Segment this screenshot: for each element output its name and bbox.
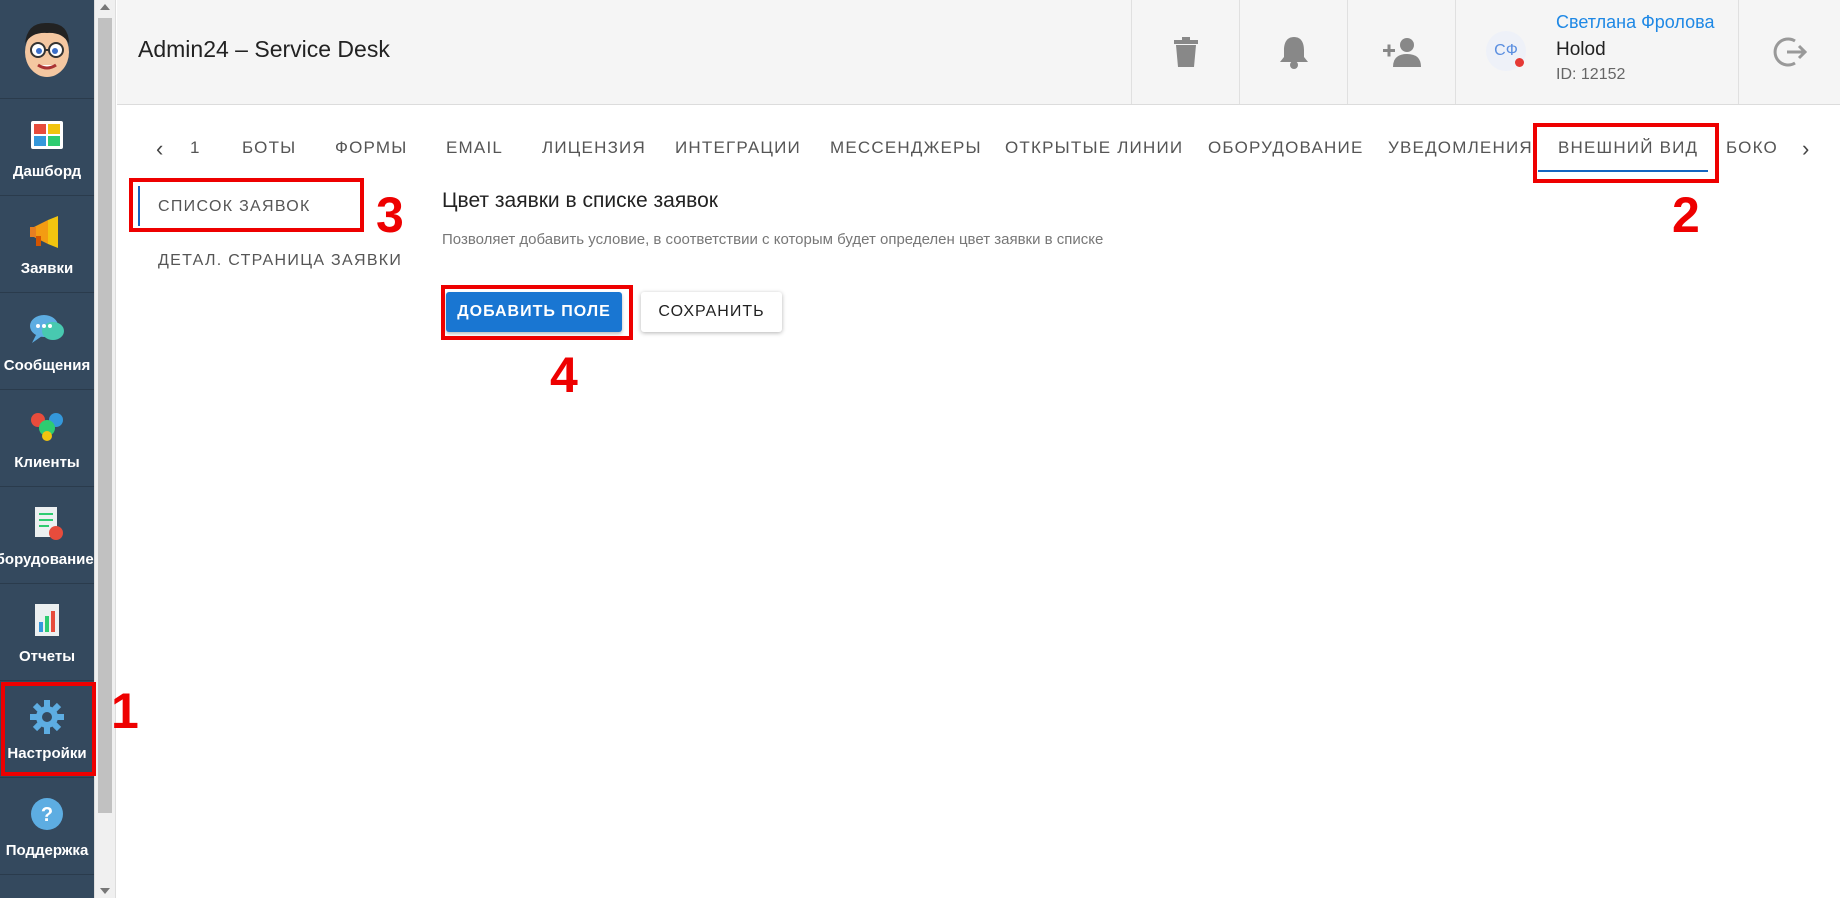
- clients-icon: [27, 406, 67, 446]
- user-id: ID: 12152: [1556, 66, 1626, 83]
- tab-email[interactable]: EMAIL: [446, 138, 503, 158]
- annotation-number-1: 1: [111, 683, 139, 739]
- nav-item-support[interactable]: ? Поддержка: [0, 778, 94, 875]
- nav-item-settings[interactable]: Настройки: [0, 681, 94, 778]
- scroll-up-icon[interactable]: [100, 4, 110, 10]
- nav-item-equipment[interactable]: Оборудование: [0, 487, 94, 584]
- logout-button[interactable]: [1738, 0, 1840, 104]
- tab-appearance[interactable]: ВНЕШНИЙ ВИД: [1558, 138, 1698, 158]
- nav-item-clients[interactable]: Клиенты: [0, 390, 94, 487]
- subnav-active-indicator: [138, 186, 140, 226]
- trash-button[interactable]: [1131, 0, 1240, 104]
- tab-bots[interactable]: БОТЫ: [242, 138, 296, 158]
- gear-icon: [27, 697, 67, 737]
- help-icon: ?: [27, 794, 67, 834]
- tab-sidebar-truncated[interactable]: БОКО: [1726, 138, 1776, 158]
- tab-equipment[interactable]: ОБОРУДОВАНИЕ: [1208, 138, 1364, 158]
- trash-icon: [1174, 37, 1198, 67]
- annotation-number-3: 3: [376, 187, 404, 243]
- tabs-next-icon[interactable]: ›: [1802, 136, 1809, 162]
- scroll-down-icon[interactable]: [100, 888, 110, 894]
- tab-integrations[interactable]: ИНТЕГРАЦИИ: [675, 138, 801, 158]
- nav-item-dashboard[interactable]: Дашборд: [0, 99, 94, 196]
- add-user-icon: [1383, 38, 1421, 67]
- tabs-prev-icon[interactable]: ‹: [156, 136, 163, 162]
- tab-license[interactable]: ЛИЦЕНЗИЯ: [542, 138, 646, 158]
- add-field-button[interactable]: ДОБАВИТЬ ПОЛЕ: [446, 292, 622, 332]
- user-name-link[interactable]: Светлана Фролова: [1556, 12, 1714, 33]
- section-title: Цвет заявки в списке заявок: [442, 189, 718, 212]
- active-tab-indicator: [1538, 170, 1708, 172]
- settings-tabs: ‹ 1 БОТЫ ФОРМЫ EMAIL ЛИЦЕНЗИЯ ИНТЕГРАЦИИ…: [148, 124, 1828, 172]
- nav-item-messages[interactable]: Сообщения: [0, 293, 94, 390]
- nav-item-tickets[interactable]: Заявки: [0, 196, 94, 293]
- user-profile[interactable]: СФ Светлана Фролова Holod ID: 12152: [1455, 0, 1739, 104]
- reports-icon: [27, 600, 67, 640]
- notifications-button[interactable]: [1239, 0, 1348, 104]
- tab-forms[interactable]: ФОРМЫ: [335, 138, 408, 158]
- logout-icon: [1773, 37, 1807, 67]
- dashboard-icon: [27, 115, 67, 155]
- sidebar-nav: Дашборд Заявки Сообщения Клиенты орудова…: [0, 0, 94, 898]
- subnav-ticket-detail[interactable]: ДЕТАЛ. СТРАНИЦА ЗАЯВКИ: [158, 252, 402, 270]
- top-header: Admin24 – Service Desk СФ Светлана Фроло…: [117, 0, 1840, 105]
- subnav-ticket-list[interactable]: СПИСОК ЗАЯВОК: [158, 198, 311, 216]
- user-org: Holod: [1556, 39, 1606, 60]
- save-button[interactable]: СОХРАНИТЬ: [641, 292, 782, 332]
- megaphone-icon: [27, 212, 67, 252]
- section-description: Позволяет добавить условие, в соответств…: [442, 231, 1104, 248]
- nav-item-reports[interactable]: Отчеты: [0, 584, 94, 681]
- chat-bubbles-icon: [27, 309, 67, 349]
- annotation-number-4: 4: [550, 347, 578, 403]
- page-scrollbar[interactable]: [94, 0, 116, 898]
- status-dot: [1515, 58, 1524, 67]
- tab-open-lines[interactable]: ОТКРЫТЫЕ ЛИНИИ: [1005, 138, 1183, 158]
- avatar[interactable]: СФ: [1486, 31, 1526, 71]
- annotation-number-2: 2: [1672, 187, 1700, 243]
- bell-icon: [1280, 37, 1308, 69]
- scrollbar-thumb[interactable]: [98, 18, 112, 813]
- avatar-logo-icon: [25, 22, 69, 77]
- app-title: Admin24 – Service Desk: [138, 36, 390, 62]
- tab-messengers[interactable]: МЕССЕНДЖЕРЫ: [830, 138, 982, 158]
- tab-page-number[interactable]: 1: [190, 138, 201, 158]
- add-user-button[interactable]: [1347, 0, 1456, 104]
- svg-text:?: ?: [41, 804, 53, 826]
- tab-notifications[interactable]: УВЕДОМЛЕНИЯ: [1388, 138, 1533, 158]
- equipment-icon: [27, 503, 67, 543]
- logo[interactable]: [0, 0, 94, 99]
- avatar-initials: СФ: [1494, 42, 1518, 59]
